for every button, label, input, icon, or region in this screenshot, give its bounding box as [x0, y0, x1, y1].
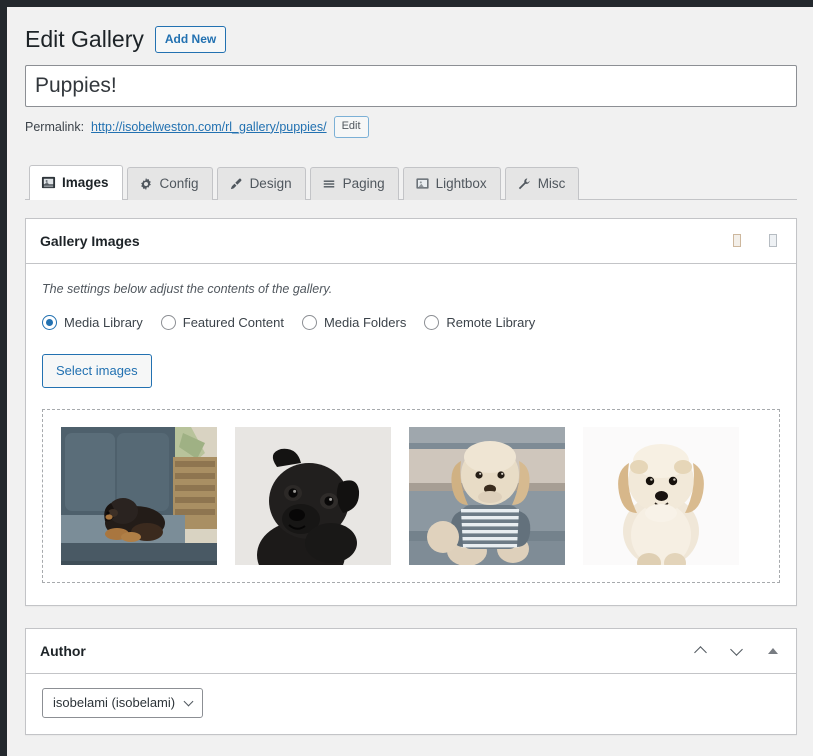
permalink-edit-button[interactable]: Edit: [333, 115, 369, 138]
admin-bar-strip: [0, 0, 813, 7]
radio-dot-icon: [301, 314, 317, 330]
gallery-tab-strip: Images Config Design Paging Lightbox Mis…: [25, 164, 797, 200]
tab-images[interactable]: Images: [29, 164, 123, 200]
select-images-button[interactable]: Select images: [42, 353, 152, 388]
author-panel: Author isobelami (isobelami): [25, 627, 797, 735]
tab-paging-label: Paging: [342, 176, 385, 192]
radio-dot-icon: [424, 314, 440, 330]
toggle-panel-icon[interactable]: [762, 640, 784, 662]
brush-icon: [229, 176, 244, 191]
gallery-thumbnail[interactable]: [409, 426, 565, 565]
add-new-button[interactable]: Add New: [154, 26, 227, 54]
edit-gallery-page: Edit Gallery Add New Permalink: http://i…: [7, 7, 813, 756]
radio-featured-content-label: Featured Content: [182, 314, 284, 330]
permalink-link[interactable]: http://isobelweston.com/rl_gallery/puppi…: [91, 120, 327, 134]
radio-featured-content[interactable]: Featured Content: [160, 314, 284, 330]
wrench-icon: [517, 176, 532, 191]
radio-dot-icon: [42, 314, 57, 330]
gallery-images-panel: Gallery Images The settings below adjust…: [25, 217, 797, 606]
chevron-up-icon[interactable]: [690, 640, 712, 662]
gallery-images-panel-header: Gallery Images: [26, 219, 796, 264]
tab-design-label: Design: [249, 176, 292, 192]
lightbox-icon: [415, 176, 430, 191]
gallery-images-panel-title: Gallery Images: [40, 232, 140, 249]
tab-design[interactable]: Design: [216, 166, 306, 200]
gear-icon: [139, 176, 154, 191]
missing-glyph-gray-icon[interactable]: [762, 230, 784, 252]
radio-media-library-label: Media Library: [64, 314, 143, 330]
radio-media-library[interactable]: Media Library: [42, 314, 143, 330]
radio-remote-library[interactable]: Remote Library: [424, 314, 536, 330]
permalink-label: Permalink:: [25, 119, 85, 134]
gallery-images-panel-actions: [726, 230, 784, 252]
radio-media-folders-label: Media Folders: [323, 314, 407, 330]
page-title: Edit Gallery: [25, 26, 144, 52]
chevron-down-icon[interactable]: [726, 640, 748, 662]
tab-config-label: Config: [159, 176, 199, 192]
admin-menu-strip: [0, 7, 7, 756]
author-select-value: isobelami (isobelami): [53, 694, 176, 710]
radio-dot-icon: [160, 314, 176, 330]
gallery-thumbnails-dropzone[interactable]: [42, 408, 780, 583]
radio-media-folders[interactable]: Media Folders: [301, 314, 407, 330]
gallery-thumbnail[interactable]: [235, 426, 391, 565]
permalink-row: Permalink: http://isobelweston.com/rl_ga…: [25, 115, 797, 138]
gallery-helper-text: The settings below adjust the contents o…: [42, 281, 333, 296]
gallery-title-input[interactable]: [25, 64, 797, 107]
tab-lightbox[interactable]: Lightbox: [402, 166, 501, 200]
gallery-images-panel-body: The settings below adjust the contents o…: [26, 264, 796, 605]
author-panel-title: Author: [40, 642, 86, 659]
list-icon: [322, 176, 337, 191]
tab-config[interactable]: Config: [126, 166, 213, 200]
author-panel-actions: [690, 640, 784, 662]
tab-misc[interactable]: Misc: [504, 166, 580, 200]
tab-lightbox-label: Lightbox: [435, 176, 487, 192]
gallery-thumbnail[interactable]: [61, 426, 217, 565]
author-panel-header: Author: [26, 629, 796, 674]
gallery-thumbnail[interactable]: [583, 426, 739, 565]
tab-paging[interactable]: Paging: [309, 166, 399, 200]
page-header: Edit Gallery Add New: [25, 19, 797, 65]
tab-misc-label: Misc: [537, 176, 566, 192]
images-icon: [41, 175, 56, 190]
author-panel-body: isobelami (isobelami): [26, 674, 796, 734]
missing-glyph-warm-icon[interactable]: [726, 230, 748, 252]
radio-remote-library-label: Remote Library: [446, 314, 536, 330]
chevron-down-icon: [185, 698, 194, 707]
tab-images-label: Images: [62, 175, 109, 191]
gallery-source-radio-group: Media Library Featured Content Media Fol…: [42, 314, 780, 330]
author-select[interactable]: isobelami (isobelami): [42, 687, 204, 718]
